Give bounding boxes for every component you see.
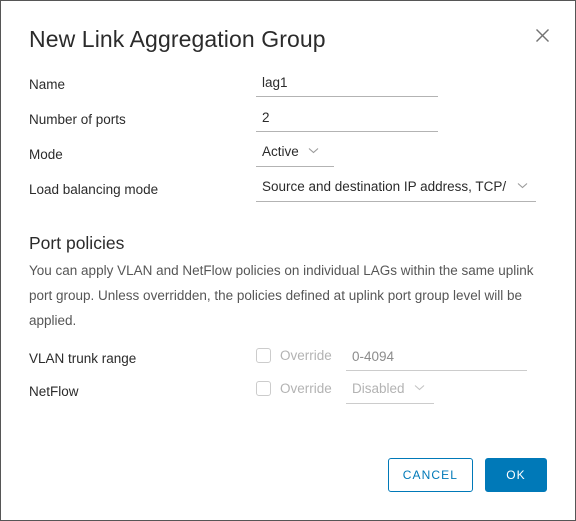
load-balancing-mode-label: Load balancing mode bbox=[29, 182, 159, 197]
load-balancing-mode-selected-value: Source and destination IP address, TCP/ bbox=[262, 179, 507, 194]
number-of-ports-control bbox=[256, 108, 438, 132]
chevron-down-icon bbox=[308, 141, 319, 159]
name-control bbox=[256, 73, 438, 97]
form-row-number-of-ports: Number of ports bbox=[29, 108, 547, 143]
mode-select[interactable]: Active bbox=[256, 143, 334, 167]
policy-row-netflow: NetFlow Override Disabled bbox=[29, 380, 547, 413]
dialog-header: New Link Aggregation Group bbox=[1, 1, 575, 73]
dialog-body: Name Number of ports Mode Active bbox=[1, 73, 575, 413]
netflow-select[interactable]: Disabled bbox=[346, 380, 434, 404]
netflow-control: Disabled bbox=[346, 380, 434, 404]
load-balancing-mode-select[interactable]: Source and destination IP address, TCP/ bbox=[256, 178, 536, 202]
chevron-down-icon bbox=[517, 176, 528, 194]
port-policies-title: Port policies bbox=[29, 233, 125, 253]
dialog-footer: CANCEL OK bbox=[1, 446, 575, 520]
new-lag-dialog: New Link Aggregation Group Name Number o… bbox=[0, 0, 576, 521]
netflow-override-toggle[interactable]: Override bbox=[256, 380, 346, 396]
policy-row-vlan-trunk-range: VLAN trunk range Override bbox=[29, 347, 547, 380]
mode-selected-value: Active bbox=[262, 144, 299, 159]
number-of-ports-input[interactable] bbox=[256, 108, 438, 132]
name-label: Name bbox=[29, 77, 66, 92]
vlan-trunk-range-control bbox=[346, 347, 527, 371]
cancel-button[interactable]: CANCEL bbox=[387, 458, 473, 492]
form-row-name: Name bbox=[29, 73, 547, 108]
vlan-override-label: Override bbox=[280, 348, 332, 363]
form-row-load-balancing-mode: Load balancing mode Source and destinati… bbox=[29, 178, 547, 213]
ok-button[interactable]: OK bbox=[485, 458, 547, 492]
load-balancing-mode-control: Source and destination IP address, TCP/ bbox=[256, 178, 536, 202]
name-input[interactable] bbox=[256, 73, 438, 97]
mode-label: Mode bbox=[29, 147, 63, 162]
chevron-down-icon bbox=[414, 378, 425, 396]
port-policies-description: You can apply VLAN and NetFlow policies … bbox=[29, 263, 534, 328]
netflow-label: NetFlow bbox=[29, 384, 79, 399]
netflow-override-label: Override bbox=[280, 381, 332, 396]
vlan-override-checkbox[interactable] bbox=[256, 348, 271, 363]
vlan-override-toggle[interactable]: Override bbox=[256, 347, 346, 363]
vlan-trunk-range-label: VLAN trunk range bbox=[29, 351, 137, 366]
netflow-selected-value: Disabled bbox=[352, 381, 405, 396]
page-title: New Link Aggregation Group bbox=[29, 25, 326, 52]
form-row-mode: Mode Active bbox=[29, 143, 547, 178]
vlan-trunk-range-input[interactable] bbox=[346, 347, 527, 371]
close-icon[interactable] bbox=[531, 24, 553, 46]
netflow-override-checkbox[interactable] bbox=[256, 381, 271, 396]
mode-control: Active bbox=[256, 143, 334, 167]
number-of-ports-label: Number of ports bbox=[29, 112, 126, 127]
